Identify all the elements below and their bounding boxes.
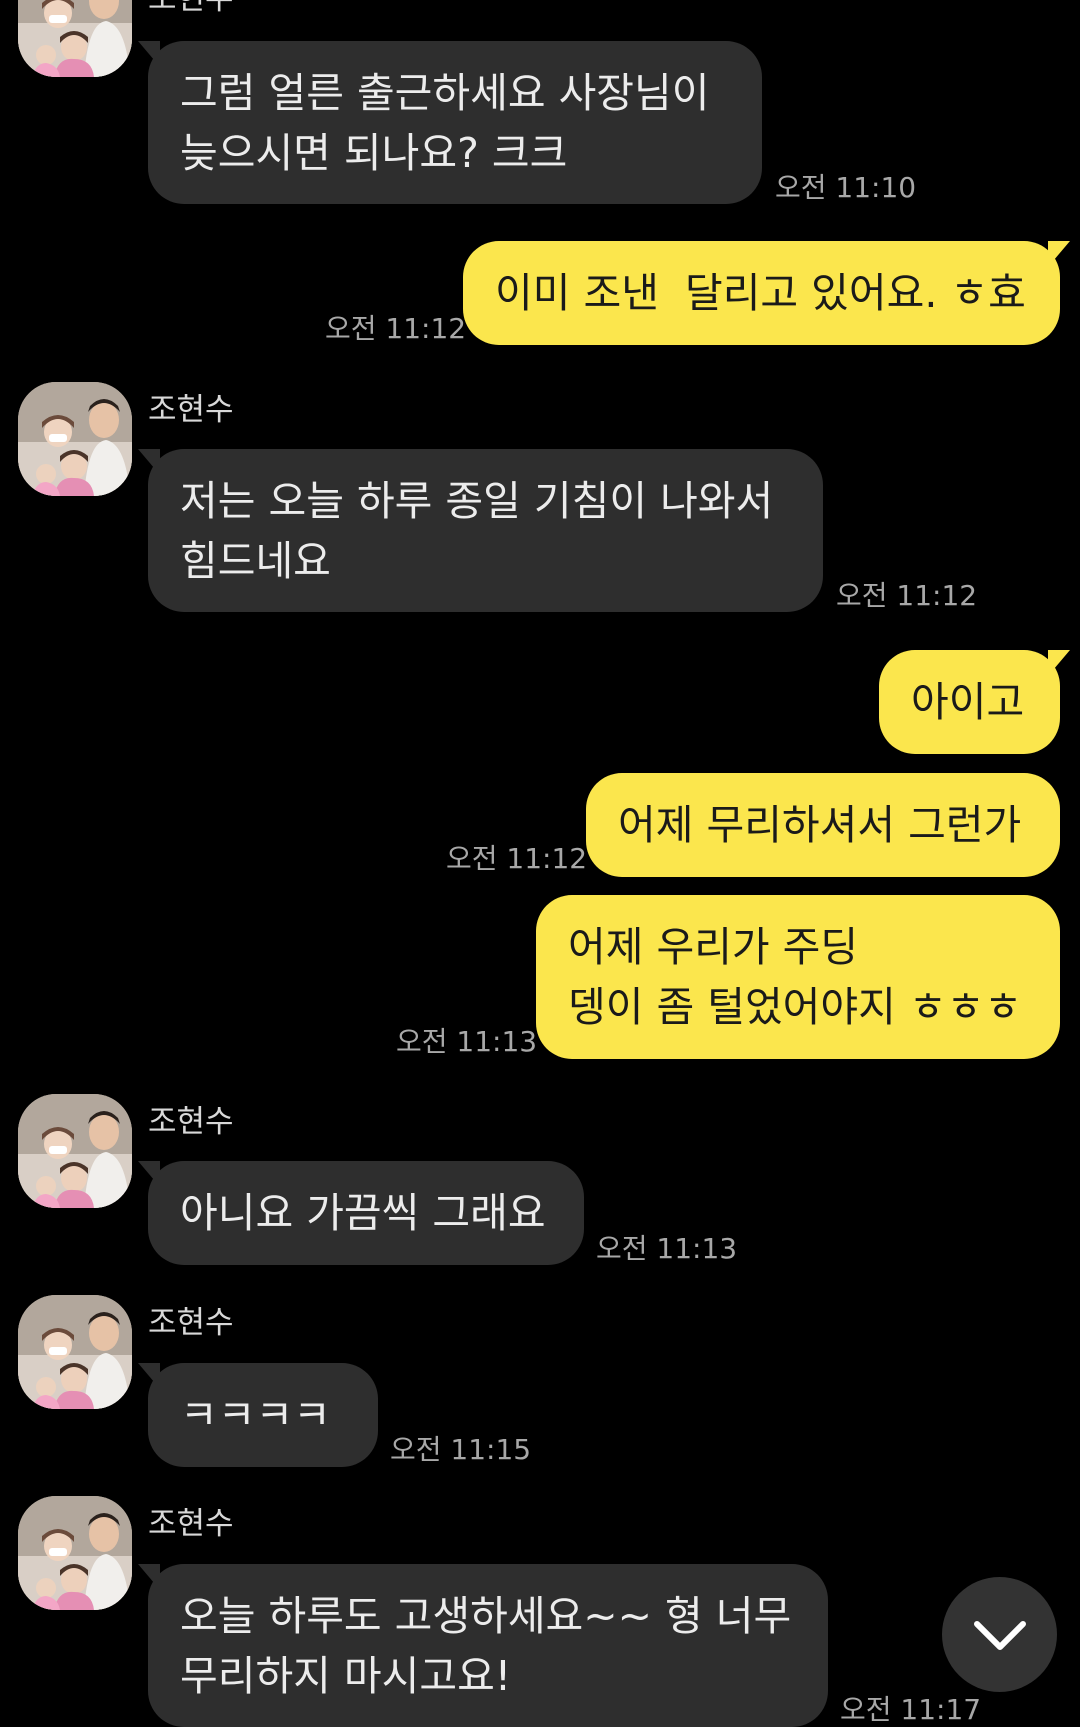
message-time: 오전 11:17 (840, 1693, 982, 1726)
sender-name: 조현수 (148, 392, 234, 428)
message-bubble-incoming[interactable]: ㅋㅋㅋㅋ (138, 1363, 378, 1467)
scroll-to-bottom-button[interactable] (942, 1577, 1057, 1692)
message-bubble-incoming[interactable]: 그럼 얼른 출근하세요 사장님이 늦으시면 되나요? 크크 (138, 41, 762, 204)
message-bubble-incoming[interactable]: 오늘 하루도 고생하세요~~ 형 너무 무리하지 마시고요! (138, 1564, 828, 1727)
message-bubble-outgoing[interactable]: 아이고 (879, 650, 1070, 754)
message-time: 오전 11:12 (325, 312, 467, 345)
message-bubble-outgoing[interactable]: 어제 무리하셔서 그런가 (586, 773, 1060, 877)
message-time: 오전 11:12 (836, 579, 978, 612)
avatar[interactable] (18, 1295, 132, 1409)
message-bubble-outgoing[interactable]: 이미 조낸 달리고 있어요. ㅎ효 (463, 241, 1070, 345)
sender-name: 조현수 (148, 1305, 234, 1341)
message-time: 오전 11:15 (390, 1433, 532, 1466)
avatar[interactable] (18, 1496, 132, 1610)
message-time: 오전 11:10 (775, 171, 917, 204)
message-time: 오전 11:13 (596, 1232, 738, 1265)
message-time: 오전 11:12 (446, 842, 588, 875)
chevron-down-icon (973, 1620, 1026, 1650)
message-bubble-incoming[interactable]: 아니요 가끔씩 그래요 (138, 1161, 584, 1265)
sender-name: 조현수 (148, 0, 234, 15)
message-bubble-incoming[interactable]: 저는 오늘 하루 종일 기침이 나와서 힘드네요 (138, 449, 823, 612)
avatar[interactable] (18, 382, 132, 496)
sender-name: 조현수 (148, 1104, 234, 1140)
message-time: 오전 11:13 (396, 1025, 538, 1058)
message-bubble-outgoing[interactable]: 어제 우리가 주딩 뎅이 좀 털었어야지 ㅎㅎㅎ (536, 895, 1060, 1059)
sender-name: 조현수 (148, 1506, 234, 1542)
avatar[interactable] (18, 1094, 132, 1208)
avatar[interactable] (18, 0, 132, 77)
